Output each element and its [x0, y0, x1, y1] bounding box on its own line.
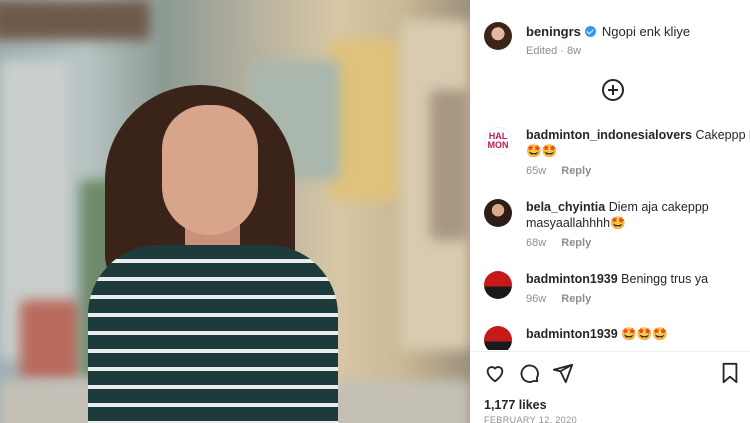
background-blur — [330, 40, 400, 200]
caption-line: beningrs Ngopi enk kliye — [526, 24, 690, 39]
comment-actions: 68w Reply — [526, 237, 591, 249]
post-side-panel: beningrs Ngopi enk kliye Edited · 8w HAL… — [470, 0, 750, 423]
commenter-username[interactable]: badminton1939 — [526, 327, 618, 341]
comment-time: 96w — [526, 293, 547, 305]
verified-badge-icon — [584, 26, 596, 37]
subject-face — [162, 105, 258, 235]
subject-striped-shirt — [88, 245, 338, 423]
edited-label: Edited — [526, 45, 558, 57]
comment-actions: 65w Reply — [526, 165, 591, 177]
comment-item: HAL MON badminton_indonesialovers Cakepp… — [484, 127, 750, 177]
comment-body: badminton1939 🤩🤩🤩 — [526, 326, 750, 342]
likes-count[interactable]: 1,177 likes — [484, 398, 547, 412]
commenter-avatar[interactable] — [484, 199, 512, 227]
commenter-username[interactable]: badminton1939 — [526, 272, 618, 286]
comment-text: Cakeppp be — [695, 128, 750, 142]
action-bar-divider — [470, 351, 750, 352]
plus-circle-icon[interactable] — [602, 79, 624, 101]
commenter-username[interactable]: badminton_indonesialovers — [526, 128, 692, 142]
caption-text: Ngopi enk kliye — [601, 24, 691, 39]
comment-time: 65w — [526, 165, 547, 177]
photo-subject — [80, 85, 340, 423]
comment-actions: 96w Reply — [526, 293, 591, 305]
reply-button[interactable]: Reply — [561, 237, 591, 249]
background-blur — [430, 90, 470, 240]
author-username[interactable]: beningrs — [526, 24, 581, 39]
comment-emoji: 🤩🤩 — [526, 144, 558, 158]
comment-body: bela_chyintia Diem aja cakeppp masyaalla… — [526, 199, 750, 231]
comment-item: badminton1939 Beningg trus ya 96w Reply — [484, 271, 750, 307]
author-avatar[interactable] — [484, 22, 512, 50]
commenter-username[interactable]: bela_chyintia — [526, 200, 605, 214]
background-blur — [20, 300, 80, 380]
comment-text: 🤩🤩🤩 — [621, 327, 668, 341]
comment-text: Beningg trus ya — [621, 272, 709, 286]
comment-item: bela_chyintia Diem aja cakeppp masyaalla… — [484, 199, 750, 251]
bookmark-icon[interactable] — [720, 362, 740, 384]
comment-icon[interactable] — [518, 362, 540, 384]
commenter-avatar[interactable] — [484, 326, 512, 350]
background-blur — [0, 0, 150, 40]
post-date: FEBRUARY 12, 2020 — [484, 415, 578, 423]
reply-button[interactable]: Reply — [561, 293, 591, 305]
comment-time: 68w — [526, 237, 547, 249]
caption-meta: Edited · 8w — [526, 45, 582, 57]
avatar-logo-text: HAL MON — [487, 131, 509, 150]
comment-body: badminton1939 Beningg trus ya — [526, 271, 750, 287]
post-caption: beningrs Ngopi enk kliye Edited · 8w — [484, 18, 746, 66]
send-icon[interactable] — [552, 362, 574, 384]
edited-time: 8w — [566, 45, 582, 57]
post-photo[interactable] — [0, 0, 470, 423]
reply-button[interactable]: Reply — [561, 165, 591, 177]
commenter-avatar[interactable] — [484, 271, 512, 299]
heart-icon[interactable] — [484, 362, 506, 384]
comment-body: badminton_indonesialovers Cakeppp be 🤩🤩 — [526, 127, 750, 159]
comment-item: badminton1939 🤩🤩🤩 — [484, 326, 750, 350]
commenter-avatar[interactable]: HAL MON — [484, 127, 512, 155]
